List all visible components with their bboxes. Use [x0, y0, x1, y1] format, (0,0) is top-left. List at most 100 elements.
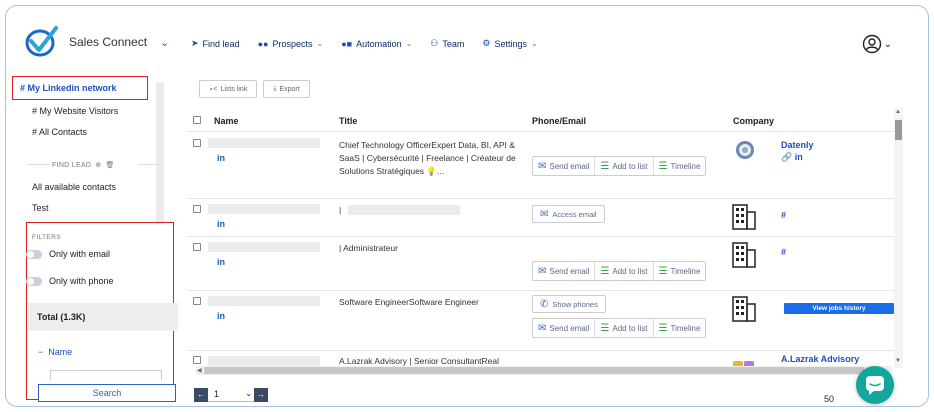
row-checkbox[interactable] [193, 297, 201, 305]
nav-label: Automation [356, 38, 402, 49]
app-logo-icon [25, 26, 58, 57]
table-row[interactable]: in | Administrateur ✉ Send email ☰ Add to … [188, 237, 894, 291]
table-row[interactable]: in Software EngineerSoftware Engineer ✆ S… [188, 291, 894, 351]
lists-link-button[interactable]: ∘< Lists link [199, 80, 258, 98]
scroll-left-icon[interactable]: ◀ [197, 367, 202, 374]
row-checkbox[interactable] [193, 139, 201, 147]
share-icon: ∘< [209, 86, 218, 93]
filter-only-email[interactable]: Only with email [26, 249, 110, 259]
scroll-thumb[interactable] [895, 120, 902, 140]
linkedin-icon[interactable]: in [217, 153, 225, 163]
nav-settings[interactable]: ⚙ Settings ⌄ [482, 38, 537, 49]
sidebar-item-website-visitors[interactable]: # My Website Visitors [32, 106, 118, 116]
scroll-thumb[interactable] [204, 367, 864, 374]
name-redacted [208, 242, 320, 252]
divider [138, 164, 160, 165]
company-name[interactable]: # [781, 210, 786, 220]
find-lead-label: FIND LEAD [52, 161, 92, 169]
button-label: Show phones [552, 299, 598, 309]
add-circle-icon[interactable]: ⊕ [95, 161, 101, 169]
button-label: Send email [549, 161, 590, 171]
access-email-button[interactable]: ✉ Access email [532, 205, 605, 223]
add-to-list-button[interactable]: ☰ Add to list [595, 319, 654, 337]
name-filter-header[interactable]: − Name [38, 347, 72, 357]
scroll-down-icon[interactable]: ▼ [895, 358, 901, 364]
company-links[interactable]: 🔗 in [781, 152, 803, 163]
send-email-button[interactable]: ✉ Send email [533, 262, 596, 280]
show-phones-button[interactable]: ✆ Show phones [532, 295, 606, 313]
select-all-checkbox[interactable] [193, 116, 201, 124]
list-add-icon: ☰ [600, 265, 610, 277]
timeline-button[interactable]: ☰ Timeline [654, 157, 706, 175]
table-vertical-scrollbar[interactable]: ▲ ▼ [894, 108, 903, 368]
filter-label: Only with phone [49, 276, 114, 286]
nav-label: Team [442, 38, 465, 49]
company-name[interactable]: A.Lazrak Advisory [781, 354, 859, 364]
linkedin-icon[interactable]: in [217, 257, 225, 267]
table-horizontal-scrollbar[interactable]: ◀ [196, 366, 892, 375]
page-select[interactable]: 1 ⌄ [208, 388, 254, 402]
prev-page-button[interactable]: ← [194, 388, 208, 402]
linkedin-icon[interactable]: in [217, 311, 225, 321]
nav-team[interactable]: ⚇ Team [430, 38, 464, 49]
table-row[interactable]: in Chief Technology OfficerExpert Data, … [188, 133, 894, 199]
timeline-icon: ☰ [658, 265, 668, 277]
row-checkbox[interactable] [193, 356, 201, 364]
export-button[interactable]: ⤓ Export [263, 80, 310, 98]
app-name: Sales Connect [69, 35, 148, 49]
table-row[interactable]: in | ✉ Access email # [188, 199, 894, 237]
button-label: Timeline [670, 266, 701, 276]
send-email-button[interactable]: ✉ Send email [533, 319, 596, 337]
timeline-button[interactable]: ☰ Timeline [654, 262, 706, 280]
button-label: Add to list [612, 323, 648, 333]
timeline-button[interactable]: ☰ Timeline [654, 319, 706, 337]
button-label: Export [279, 85, 300, 93]
add-to-list-button[interactable]: ☰ Add to list [595, 157, 654, 175]
building-icon [732, 296, 756, 322]
search-button[interactable]: Search [38, 384, 176, 402]
sidebar-item-linkedin-network[interactable]: # My Linkedin network [12, 76, 148, 100]
linkedin-icon[interactable]: in [217, 219, 225, 229]
button-label: Timeline [670, 161, 701, 171]
pagination: ← 1 ⌄ → [194, 388, 268, 402]
brand[interactable]: Sales Connect ⌄ [23, 24, 169, 60]
toggle-switch[interactable] [26, 249, 42, 259]
send-icon: ➤ [191, 38, 199, 48]
name-filter-input[interactable] [50, 370, 162, 380]
toggle-switch[interactable] [26, 276, 42, 286]
nav-find-lead[interactable]: ➤ Find lead [191, 38, 240, 49]
collapse-icon: − [38, 347, 44, 357]
chat-widget-button[interactable] [856, 366, 894, 404]
timeline-icon: ☰ [658, 322, 668, 334]
send-email-button[interactable]: ✉ Send email [533, 157, 596, 175]
button-label: Add to list [612, 266, 648, 276]
nav-prospects[interactable]: ●● Prospects ⌄ [258, 39, 324, 49]
button-label: Send email [549, 266, 590, 276]
list-add-icon: ☰ [600, 160, 610, 172]
sidebar-scrollbar[interactable] [156, 82, 164, 224]
view-jobs-history-button[interactable]: View jobs history [784, 303, 894, 314]
button-label: Lists link [220, 85, 248, 93]
sidebar-item-test[interactable]: Test [32, 203, 49, 213]
scroll-up-icon[interactable]: ▲ [895, 109, 901, 115]
sidebar-item-all-available[interactable]: All available contacts [32, 182, 116, 192]
chevron-down-icon: ⌄ [883, 38, 892, 50]
user-menu[interactable]: ⌄ [862, 34, 892, 54]
trash-icon[interactable]: 🗑 [105, 161, 114, 169]
sidebar-item-all-contacts[interactable]: # All Contacts [32, 127, 87, 137]
company-name[interactable]: Datenly [781, 140, 814, 150]
add-to-list-button[interactable]: ☰ Add to list [595, 262, 654, 280]
nav-automation[interactable]: ●■ Automation ⌄ [341, 39, 412, 49]
next-page-button[interactable]: → [254, 388, 268, 402]
timeline-icon: ☰ [658, 160, 668, 172]
row-checkbox[interactable] [193, 243, 201, 251]
filter-only-phone[interactable]: Only with phone [26, 276, 114, 286]
chevron-down-icon: ⌄ [245, 389, 252, 398]
chevron-down-icon: ⌄ [531, 39, 538, 48]
nav-label: Find lead [202, 38, 240, 49]
row-checkbox[interactable] [193, 205, 201, 213]
company-name[interactable]: # [781, 247, 786, 257]
filters-title: FILTERS [32, 234, 62, 241]
row-actions: ✉ Send email ☰ Add to list ☰ Timeline [532, 261, 707, 281]
button-label: Timeline [670, 323, 701, 333]
